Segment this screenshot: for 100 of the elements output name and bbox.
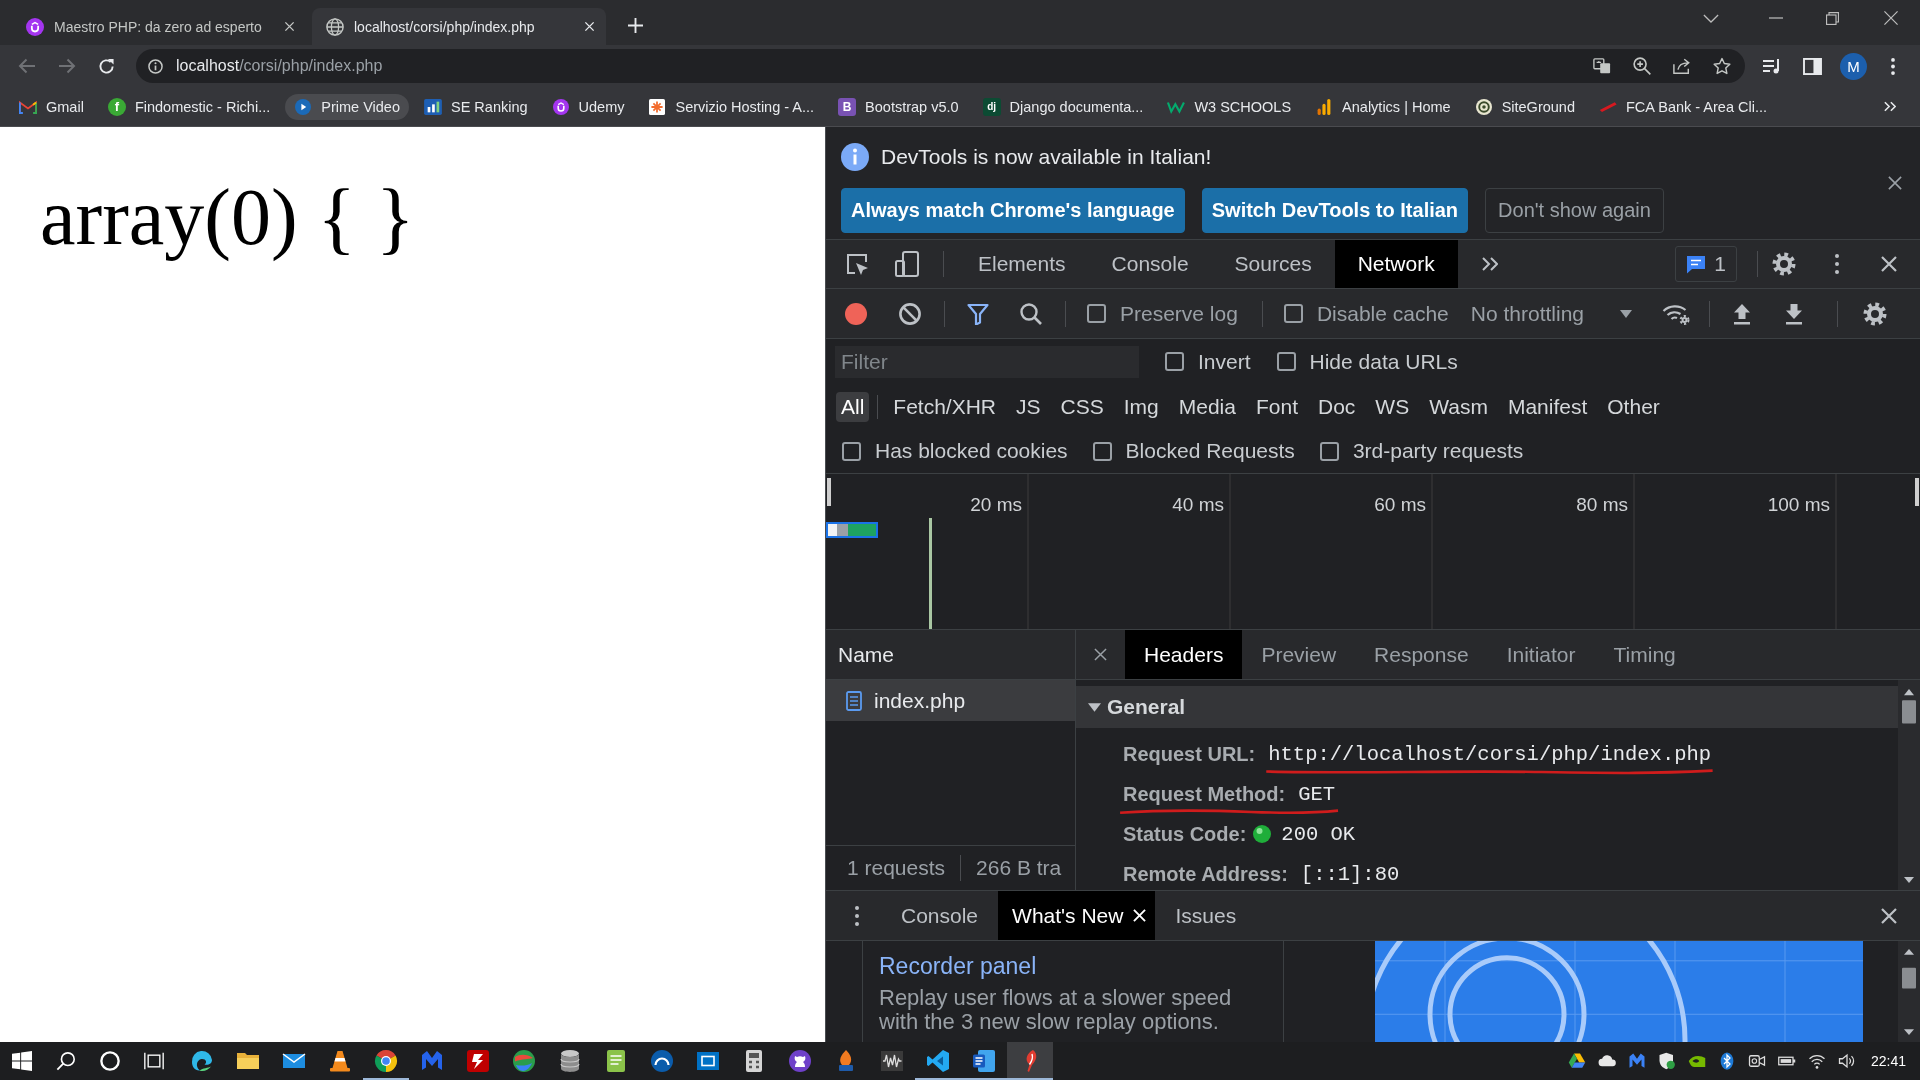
close-icon[interactable] xyxy=(1888,176,1902,190)
circle-icon[interactable] xyxy=(100,1051,120,1071)
start-icon[interactable] xyxy=(12,1051,32,1071)
clear-icon[interactable] xyxy=(899,302,921,325)
panel-tab[interactable]: Console xyxy=(1088,240,1212,288)
search-icon[interactable] xyxy=(1020,302,1042,325)
side-panel-icon[interactable] xyxy=(1803,57,1822,75)
restore-icon[interactable] xyxy=(1826,11,1839,25)
settings-icon[interactable] xyxy=(1772,252,1796,276)
request-row[interactable]: index.php xyxy=(826,680,1075,721)
type-filter-button[interactable]: Other xyxy=(1602,391,1665,422)
panel-tab[interactable]: Elements xyxy=(955,240,1089,288)
range-handle[interactable] xyxy=(827,478,831,506)
drawer-tab[interactable]: Console xyxy=(881,891,999,940)
record-icon[interactable] xyxy=(845,302,867,325)
profile-avatar[interactable]: M xyxy=(1840,52,1867,80)
plus-icon[interactable] xyxy=(628,18,643,33)
bookmark[interactable]: Servizio Hosting - A... xyxy=(639,93,824,120)
filter-icon[interactable] xyxy=(967,302,989,325)
details-tab[interactable]: Initiator xyxy=(1487,630,1595,679)
download-icon[interactable] xyxy=(1784,302,1805,325)
address-bar[interactable]: localhost/corsi/php/index.php xyxy=(136,49,1745,83)
type-filter-button[interactable]: JS xyxy=(1011,391,1046,422)
settings-icon[interactable] xyxy=(1863,301,1888,326)
range-handle[interactable] xyxy=(1915,478,1919,506)
bookmark[interactable]: W3 SCHOOLS xyxy=(1158,93,1301,120)
panel-tab[interactable]: Network xyxy=(1334,240,1458,288)
checkbox[interactable] xyxy=(1092,441,1112,461)
checkbox[interactable] xyxy=(1319,441,1339,461)
double-chevron-icon[interactable] xyxy=(1481,257,1498,271)
bookmark[interactable]: f Findomestic - Richi... xyxy=(98,92,280,121)
type-filter-button[interactable]: Fetch/XHR xyxy=(888,391,1002,422)
section-header[interactable]: General xyxy=(1076,686,1898,728)
inspect-icon[interactable] xyxy=(845,252,869,276)
reload-icon[interactable] xyxy=(98,57,115,75)
upload-icon[interactable] xyxy=(1732,302,1753,325)
checkbox[interactable] xyxy=(1283,304,1303,323)
bookmark[interactable]: SE Ranking xyxy=(414,93,537,120)
menu-icon[interactable] xyxy=(1891,57,1895,75)
scrollbar[interactable] xyxy=(1898,680,1920,890)
type-filter-button[interactable]: Manifest xyxy=(1502,391,1593,422)
details-tab[interactable]: Timing xyxy=(1594,630,1695,679)
star-icon[interactable] xyxy=(1713,57,1731,75)
filter-field[interactable]: Filter xyxy=(835,345,1139,378)
search-icon[interactable] xyxy=(56,1051,76,1071)
close-icon[interactable] xyxy=(1881,907,1897,924)
infobar-button[interactable]: Don't show again xyxy=(1485,188,1664,233)
app-logo-icon[interactable] xyxy=(1627,1052,1646,1070)
type-filter-button[interactable]: Doc xyxy=(1313,391,1361,422)
browser-tab[interactable]: Maestro PHP: da zero ad esperto xyxy=(12,8,306,45)
details-tab[interactable]: Preview xyxy=(1242,630,1356,679)
task-view-icon[interactable] xyxy=(144,1051,164,1071)
speaker-icon[interactable] xyxy=(1837,1052,1856,1070)
wifi-settings-icon[interactable] xyxy=(1662,302,1691,325)
type-filter-button[interactable]: Wasm xyxy=(1424,391,1493,422)
type-filter-button[interactable]: CSS xyxy=(1055,391,1109,422)
bookmark[interactable]: Prime Video xyxy=(285,93,409,120)
close-icon[interactable] xyxy=(1884,11,1898,25)
type-filter-button[interactable]: WS xyxy=(1370,391,1415,422)
checkbox[interactable] xyxy=(1087,304,1106,323)
column-header[interactable]: Name xyxy=(826,630,1075,680)
checkbox[interactable] xyxy=(1165,352,1184,371)
type-filter-button[interactable]: Img xyxy=(1118,391,1164,422)
media-control-icon[interactable] xyxy=(1762,58,1781,74)
back-arrow-icon[interactable] xyxy=(18,58,36,74)
share-icon[interactable] xyxy=(1673,57,1691,75)
triangle-logo-icon[interactable] xyxy=(1567,1052,1586,1070)
close-icon[interactable] xyxy=(1881,256,1897,272)
details-tab[interactable]: Headers xyxy=(1125,630,1243,679)
infobar-button[interactable]: Switch DevTools to Italian xyxy=(1201,188,1469,233)
browser-tab[interactable]: localhost/corsi/php/index.php xyxy=(312,8,606,45)
device-icon[interactable] xyxy=(895,251,919,277)
drawer-tab[interactable]: What's New xyxy=(998,891,1156,940)
checkbox[interactable] xyxy=(1276,352,1296,371)
bookmark[interactable]: Udemy xyxy=(542,93,634,120)
shield-icon[interactable] xyxy=(1657,1052,1676,1070)
camera-icon[interactable] xyxy=(1747,1052,1766,1070)
throttling-dropdown[interactable]: No throttling xyxy=(1470,301,1633,326)
info-icon[interactable] xyxy=(148,58,163,74)
bookmark[interactable]: B Bootstrap v5.0 xyxy=(829,92,968,121)
bookmark[interactable]: Gmail xyxy=(10,93,93,120)
panel-tab[interactable]: Sources xyxy=(1211,240,1335,288)
zoom-in-icon[interactable] xyxy=(1633,57,1651,75)
close-icon[interactable] xyxy=(284,21,295,32)
menu-icon[interactable] xyxy=(855,905,859,926)
details-tab[interactable]: Response xyxy=(1355,630,1488,679)
clock[interactable]: 22:41 xyxy=(1870,1053,1906,1069)
bookmark[interactable]: Analytics | Home xyxy=(1306,93,1460,120)
forward-arrow-icon[interactable] xyxy=(58,58,76,74)
chevron-down-icon[interactable] xyxy=(1703,13,1719,23)
scrollbar[interactable] xyxy=(1898,941,1920,1042)
drawer-tab[interactable]: Issues xyxy=(1155,891,1257,940)
article-link[interactable]: Recorder panel xyxy=(879,953,1037,979)
bookmark[interactable]: dj Django documenta... xyxy=(973,92,1153,121)
translate-icon[interactable] xyxy=(1593,57,1611,75)
bookmark[interactable]: FCA Bank - Area Cli... xyxy=(1590,93,1776,120)
issues-badge[interactable]: 1 xyxy=(1675,246,1737,282)
menu-icon[interactable] xyxy=(1835,254,1839,274)
type-filter-button[interactable]: Font xyxy=(1250,391,1303,422)
type-filter-button[interactable]: Media xyxy=(1173,391,1241,422)
